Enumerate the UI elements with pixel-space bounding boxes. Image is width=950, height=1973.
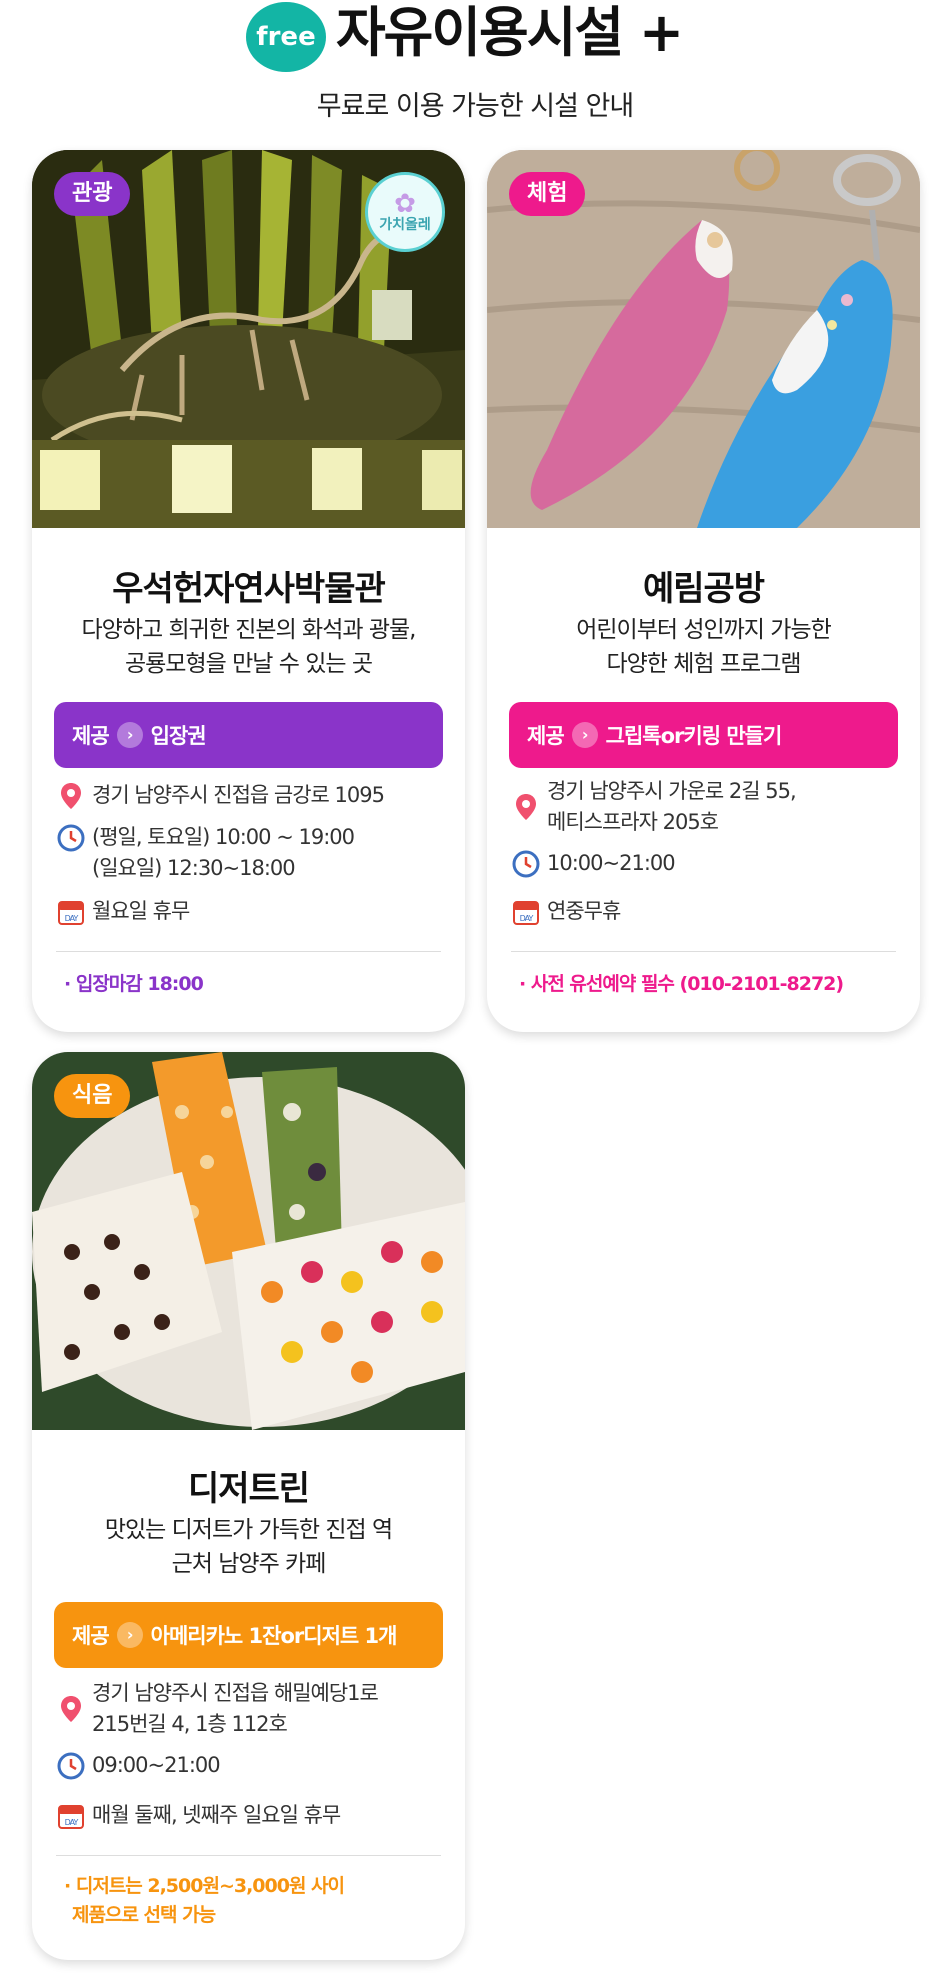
facility-description: 어린이부터 성인까지 가능한 다양한 체험 프로그램 xyxy=(576,617,832,677)
page-title: 자유이용시설 + xyxy=(336,1,684,64)
location-pin-icon xyxy=(61,1696,81,1722)
facility-description: 맛있는 디저트가 가득한 진접 역 근처 남양주 카페 xyxy=(104,1517,393,1577)
hours-row: (평일, 토요일) 10:00 ~ 19:00 (일요일) 12:30~18:0… xyxy=(56,822,446,884)
offer-banner[interactable]: 제공 › 그립톡or키링 만들기 xyxy=(509,702,898,768)
gachi-olle-stamp: ✿ 가치올레 xyxy=(365,172,445,252)
clock-icon xyxy=(57,1752,85,1780)
calendar-day-icon: DAY xyxy=(58,901,84,925)
page-header: free 자유이용시설 + 무료로 이용 가능한 시설 안내 xyxy=(0,0,950,140)
address-row: 경기 남양주시 진접읍 해밀예당1로 215번길 4, 1층 112호 xyxy=(56,1678,446,1740)
facility-name: 예림공방 xyxy=(642,569,765,609)
divider xyxy=(56,951,441,952)
svg-text:DAY: DAY xyxy=(65,914,79,923)
hours-row: 10:00~21:00 xyxy=(511,848,901,879)
facility-name: 디저트린 xyxy=(187,1469,310,1509)
facility-name: 우석헌자연사박물관 xyxy=(112,569,386,609)
notice-text: · 디저트는 2,500원~3,000원 사이 제품으로 선택 가능 xyxy=(64,1875,345,1926)
closed-day-row: DAY 매월 둘째, 넷째주 일요일 휴무 xyxy=(56,1800,446,1831)
page-subtitle: 무료로 이용 가능한 시설 안내 xyxy=(316,91,634,122)
offer-banner[interactable]: 제공 › 입장권 xyxy=(54,702,443,768)
facility-card-museum[interactable]: 관광 ✿ 가치올레 우석헌자연사박물관 다양하고 희귀한 진본의 화석과 광물,… xyxy=(32,150,465,1032)
address-row: 경기 남양주시 진접읍 금강로 1095 xyxy=(56,780,446,811)
offer-text: 아메리카노 1잔or디저트 1개 xyxy=(150,1624,398,1648)
svg-text:DAY: DAY xyxy=(65,1818,79,1827)
location-pin-icon xyxy=(516,794,536,820)
facility-card-cafe[interactable]: 식음 디저트린 맛있는 디저트가 가득한 진접 역 근처 남양주 카페 제공 ›… xyxy=(32,1052,465,1960)
location-pin-icon xyxy=(61,783,81,809)
closed-day-row: DAY 연중무휴 xyxy=(511,896,901,927)
flower-icon: ✿ xyxy=(394,189,416,219)
hours-row: 09:00~21:00 xyxy=(56,1750,446,1781)
svg-text:DAY: DAY xyxy=(520,914,534,923)
category-badge: 식음 xyxy=(54,1074,131,1118)
closed-day-row: DAY 월요일 휴무 xyxy=(56,896,446,927)
notice-text: · 입장마감 18:00 xyxy=(64,973,204,995)
facility-description: 다양하고 희귀한 진본의 화석과 광물, 공룡모형을 만날 수 있는 곳 xyxy=(81,617,417,677)
calendar-day-icon: DAY xyxy=(58,1805,84,1829)
divider xyxy=(56,1855,441,1856)
offer-text: 그립톡or키링 만들기 xyxy=(605,724,783,748)
facility-card-workshop[interactable]: 체험 예림공방 어린이부터 성인까지 가능한 다양한 체험 프로그램 제공 › … xyxy=(487,150,920,1032)
chevron-right-icon: › xyxy=(116,722,143,748)
category-badge: 관광 xyxy=(54,172,131,216)
divider xyxy=(511,951,896,952)
chevron-right-icon: › xyxy=(116,1622,143,1648)
offer-text: 입장권 xyxy=(150,724,207,748)
clock-icon xyxy=(512,850,540,878)
offer-banner[interactable]: 제공 › 아메리카노 1잔or디저트 1개 xyxy=(54,1602,443,1668)
calendar-day-icon: DAY xyxy=(513,901,539,925)
clock-icon xyxy=(57,824,85,852)
chevron-right-icon: › xyxy=(571,722,598,748)
address-row: 경기 남양주시 가운로 2길 55, 메티스프라자 205호 xyxy=(511,776,901,838)
free-badge: free xyxy=(246,2,326,72)
notice-text: · 사전 유선예약 필수 (010-2101-8272) xyxy=(519,973,844,995)
category-badge: 체험 xyxy=(509,172,586,216)
